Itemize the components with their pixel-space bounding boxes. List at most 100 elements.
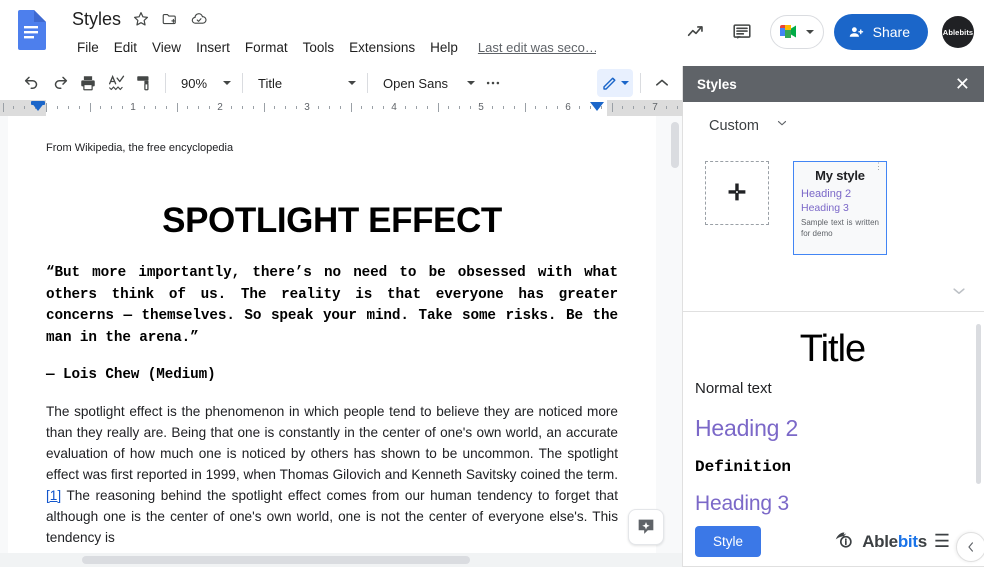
app-header: Styles File Edit View Insert Format Tool… xyxy=(0,0,984,66)
page-title[interactable]: Styles xyxy=(72,8,121,30)
expand-chevron-down-icon[interactable] xyxy=(950,282,968,305)
ruler-number: 6 xyxy=(565,102,571,113)
chevron-down-icon xyxy=(223,81,231,85)
editing-activity-icon[interactable] xyxy=(676,12,716,52)
menu-tools[interactable]: Tools xyxy=(296,37,342,59)
ruler-tick xyxy=(535,106,537,109)
ablebits-wordmark: Ablebits xyxy=(862,531,927,551)
menu-help[interactable]: Help xyxy=(423,37,465,59)
paragraph-text-1: The spotlight effect is the phenomenon i… xyxy=(46,404,618,482)
move-to-folder-icon[interactable] xyxy=(161,10,179,28)
share-button[interactable]: Share xyxy=(833,14,928,50)
ruler-tick xyxy=(274,106,276,109)
ruler-tick-major xyxy=(263,103,265,112)
left-margin-bar[interactable] xyxy=(31,101,45,105)
hamburger-menu-icon[interactable]: ☰ xyxy=(934,531,950,552)
pull-quote: “But more importantly, there’s no need t… xyxy=(46,265,618,346)
menu-extensions[interactable]: Extensions xyxy=(342,37,422,59)
gemini-sparkle-icon[interactable] xyxy=(628,509,664,545)
menu-format[interactable]: Format xyxy=(238,37,295,59)
close-icon[interactable]: ✕ xyxy=(953,75,972,93)
ruler-tick xyxy=(328,106,330,109)
ruler-tick-major xyxy=(89,103,91,112)
chevron-down-icon xyxy=(467,81,475,85)
styles-sidebar: Styles ✕ Custom ✛ ⋮ My style Heading 2 H… xyxy=(683,66,984,567)
print-icon[interactable] xyxy=(74,69,102,97)
document-page[interactable]: From Wikipedia, the free encyclopedia SP… xyxy=(8,116,656,567)
menu-file[interactable]: File xyxy=(70,37,106,59)
editor-column: 90% Title Open Sans 1 2 3 4 5 6 7 From W… xyxy=(0,66,683,567)
last-edit-status[interactable]: Last edit was seco… xyxy=(466,39,596,57)
style-card-name: My style xyxy=(815,168,865,183)
ruler-tick-major xyxy=(350,103,352,112)
hide-menus-chevron-up-icon[interactable] xyxy=(648,69,676,97)
google-docs-icon[interactable] xyxy=(16,10,46,50)
font-select[interactable]: Open Sans xyxy=(375,70,479,96)
apply-style-button[interactable]: Style xyxy=(695,526,762,557)
custom-styles-section: Custom ✛ ⋮ My style Heading 2 Heading 3 … xyxy=(683,102,984,312)
horizontal-scrollbar[interactable] xyxy=(82,556,470,564)
ruler-tick xyxy=(317,106,319,109)
ruler-tick xyxy=(470,106,472,109)
more-options-icon[interactable] xyxy=(479,69,507,97)
preview-heading-2: Heading 2 xyxy=(695,414,799,441)
ruler-tick xyxy=(111,106,113,109)
title-block: Styles xyxy=(72,8,208,30)
paragraph-style-select[interactable]: Title xyxy=(250,70,360,96)
cloud-saved-icon[interactable] xyxy=(190,10,208,28)
quote-attribution: — Lois Chew (Medium) xyxy=(46,367,216,383)
editing-mode-pencil-icon[interactable] xyxy=(597,69,633,97)
ruler-number: 2 xyxy=(217,102,223,113)
spelling-grammar-icon[interactable] xyxy=(102,69,130,97)
menu-insert[interactable]: Insert xyxy=(189,37,237,59)
ruler-number: 7 xyxy=(652,102,658,113)
style-value: Title xyxy=(258,75,283,91)
ruler-tick xyxy=(557,106,559,109)
google-meet-icon[interactable] xyxy=(769,15,824,49)
chevron-down-icon xyxy=(805,30,814,34)
ruler-tick-major xyxy=(176,103,178,112)
ruler-tick xyxy=(56,106,58,109)
zoom-select[interactable]: 90% xyxy=(173,70,235,96)
right-indent-marker[interactable] xyxy=(590,102,604,111)
redo-icon[interactable] xyxy=(46,69,74,97)
preview-scrollbar[interactable] xyxy=(976,323,981,484)
ruler-tick xyxy=(339,106,341,109)
chevron-down-icon xyxy=(348,81,356,85)
toolbar-divider xyxy=(242,73,243,93)
menu-edit[interactable]: Edit xyxy=(107,37,144,59)
star-outline-icon[interactable] xyxy=(132,10,150,28)
add-style-card-button[interactable]: ✛ xyxy=(705,161,769,225)
ruler-tick xyxy=(676,106,678,109)
ruler-tick xyxy=(415,106,417,109)
ruler-tick xyxy=(78,106,80,109)
style-card-heading2: Heading 2 xyxy=(801,188,852,200)
vertical-scrollbar[interactable] xyxy=(671,122,679,168)
ruler-tick xyxy=(404,106,406,109)
menu-bar: File Edit View Insert Format Tools Exten… xyxy=(70,37,596,59)
custom-group-toggle[interactable]: Custom xyxy=(683,116,984,135)
undo-icon[interactable] xyxy=(18,69,46,97)
collapse-panel-chevron-left-icon[interactable] xyxy=(956,532,984,562)
body-paragraph: The spotlight effect is the phenomenon i… xyxy=(46,401,618,548)
ablebits-branding: Ablebits ☰ xyxy=(833,528,950,555)
ruler-tick xyxy=(383,106,385,109)
avatar[interactable]: Ablebits xyxy=(942,16,974,48)
ruler-tick xyxy=(361,106,363,109)
comment-history-icon[interactable] xyxy=(722,12,762,52)
ruler-tick xyxy=(67,106,69,109)
ruler-tick xyxy=(198,106,200,109)
menu-view[interactable]: View xyxy=(145,37,188,59)
style-preview: Title Normal text Heading 2 Definition H… xyxy=(683,312,984,516)
ruler-tick xyxy=(448,106,450,109)
ruler-tick-major xyxy=(46,103,47,112)
horizontal-ruler[interactable]: 1 2 3 4 5 6 7 xyxy=(0,100,683,116)
more-vert-icon[interactable]: ⋮ xyxy=(874,162,883,171)
share-label: Share xyxy=(872,24,910,40)
style-card-list: ✛ ⋮ My style Heading 2 Heading 3 Sample … xyxy=(683,135,984,255)
ruler-number: 4 xyxy=(391,102,397,113)
ruler-tick-major xyxy=(524,103,526,112)
style-card-my-style[interactable]: ⋮ My style Heading 2 Heading 3 Sample te… xyxy=(793,161,887,255)
paint-format-icon[interactable] xyxy=(130,69,158,97)
citation-link[interactable]: [1] xyxy=(46,488,61,503)
